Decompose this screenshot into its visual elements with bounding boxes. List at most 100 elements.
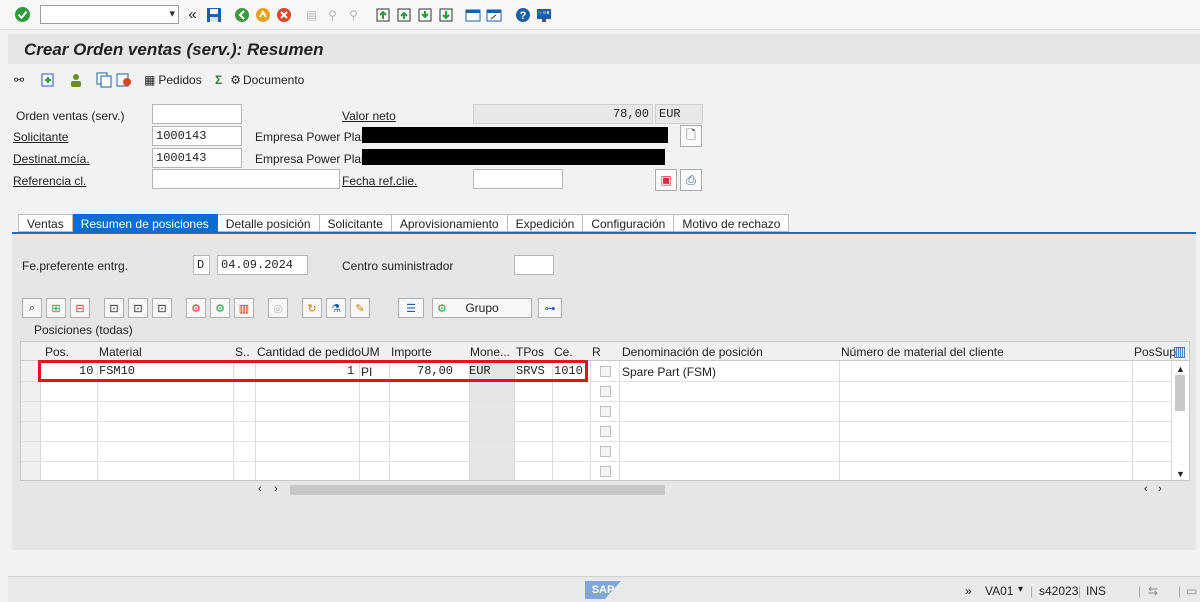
ship-to-label[interactable]: Destinat.mcía. bbox=[13, 152, 90, 166]
scroll-left-icon[interactable]: ‹ bbox=[258, 483, 262, 495]
sort-icon[interactable]: ☰ bbox=[398, 298, 424, 318]
enter-icon[interactable] bbox=[14, 6, 31, 23]
customer-ref-date-field[interactable] bbox=[473, 169, 563, 189]
business-partner-icon[interactable] bbox=[68, 71, 84, 89]
collapse-icon[interactable]: « bbox=[184, 6, 201, 23]
chevron-down-icon[interactable]: ▾ bbox=[169, 7, 175, 20]
row-denominacion[interactable]: Spare Part (FSM) bbox=[622, 365, 716, 379]
system-info-icon[interactable]: ▾ bbox=[1018, 584, 1023, 595]
command-field[interactable]: ▾ bbox=[40, 5, 179, 24]
col-pos[interactable]: Pos. bbox=[45, 345, 69, 359]
scroll-thumb[interactable] bbox=[290, 485, 665, 495]
create-with-reference-icon[interactable] bbox=[40, 71, 56, 89]
scroll-right-icon[interactable]: › bbox=[1158, 483, 1162, 495]
col-moneda[interactable]: Mone... bbox=[470, 345, 510, 359]
item-schedule-icon[interactable]: ⚙ bbox=[210, 298, 230, 318]
redacted-address bbox=[362, 149, 665, 165]
col-num-material-cliente[interactable]: Número de material del cliente bbox=[841, 345, 1004, 359]
rejection-checkbox[interactable] bbox=[600, 446, 611, 457]
tab-aprovisionamiento[interactable]: Aprovisionamiento bbox=[391, 214, 508, 232]
tab-configuracion[interactable]: Configuración bbox=[583, 214, 675, 232]
application-toolbar: ⚯ ▦ Pedidos Σ ⚙ Documento bbox=[8, 66, 1200, 94]
group-button[interactable]: ⚙ Grupo bbox=[432, 298, 532, 318]
find-next-icon: ⚲ bbox=[349, 7, 358, 22]
sales-order-field[interactable] bbox=[152, 104, 242, 124]
ship-to-field[interactable]: 1000143 bbox=[152, 148, 242, 168]
tab-motivo-rechazo[interactable]: Motivo de rechazo bbox=[674, 214, 790, 232]
document-icon[interactable]: 🗋 bbox=[680, 125, 702, 147]
col-r[interactable]: R bbox=[592, 345, 601, 359]
rejection-checkbox[interactable] bbox=[600, 466, 611, 477]
sold-to-field[interactable]: 1000143 bbox=[152, 126, 242, 146]
cancel-icon[interactable] bbox=[275, 6, 292, 23]
previous-page-icon[interactable] bbox=[395, 6, 412, 23]
printer-icon[interactable]: ⎙ bbox=[680, 169, 702, 191]
orders-button[interactable]: ▦ Pedidos bbox=[144, 71, 202, 89]
save-icon[interactable] bbox=[205, 6, 222, 23]
deselect-all-icon[interactable]: ⊡ bbox=[152, 298, 172, 318]
batch-icon[interactable]: ⚗ bbox=[326, 298, 346, 318]
document-button[interactable]: Σ ⚙ Documento bbox=[215, 71, 304, 89]
edit-text-icon[interactable]: ✎ bbox=[350, 298, 370, 318]
last-page-icon[interactable] bbox=[437, 6, 454, 23]
column-settings-icon[interactable]: ▥ bbox=[1173, 343, 1186, 360]
refresh-icon[interactable]: ↻ bbox=[302, 298, 322, 318]
rejection-checkbox[interactable] bbox=[600, 386, 611, 397]
shortcut-icon[interactable] bbox=[485, 6, 502, 23]
col-material[interactable]: Material bbox=[99, 345, 142, 359]
requested-delivery-field[interactable]: 04.09.2024 bbox=[217, 255, 308, 275]
col-importe[interactable]: Importe bbox=[391, 345, 432, 359]
customer-ref-date-label[interactable]: Fecha ref.clie. bbox=[342, 174, 417, 188]
copy-document-icon[interactable] bbox=[96, 71, 112, 89]
table-header: Pos. Material S.. Cantidad de pedido UM … bbox=[21, 342, 1189, 361]
structure-icon[interactable]: ⊶ bbox=[538, 298, 562, 318]
new-session-icon[interactable] bbox=[464, 6, 481, 23]
date-format-field[interactable]: D bbox=[193, 255, 210, 275]
col-tpos[interactable]: TPos bbox=[516, 345, 544, 359]
next-page-icon[interactable] bbox=[416, 6, 433, 23]
vertical-scrollbar[interactable]: ▲ ▼ bbox=[1171, 361, 1189, 480]
customer-reference-label[interactable]: Referencia cl. bbox=[13, 174, 86, 188]
supplying-plant-field[interactable] bbox=[514, 255, 554, 275]
col-denominacion[interactable]: Denominación de posición bbox=[622, 345, 763, 359]
tab-resumen-posiciones[interactable]: Resumen de posiciones bbox=[72, 214, 218, 232]
tab-solicitante[interactable]: Solicitante bbox=[319, 214, 392, 232]
rejection-checkbox[interactable] bbox=[600, 366, 611, 377]
tab-expedicion[interactable]: Expedición bbox=[507, 214, 584, 232]
col-s[interactable]: S.. bbox=[235, 345, 250, 359]
calendar-icon[interactable]: ▣ bbox=[655, 169, 677, 191]
col-cantidad[interactable]: Cantidad de pedido bbox=[257, 345, 361, 359]
tab-ventas[interactable]: Ventas bbox=[18, 214, 73, 232]
exit-icon[interactable] bbox=[254, 6, 271, 23]
item-availability-icon[interactable]: ▥ bbox=[234, 298, 254, 318]
scroll-thumb[interactable] bbox=[1175, 375, 1185, 411]
tab-detalle-posicion[interactable]: Detalle posición bbox=[217, 214, 320, 232]
scroll-right-icon[interactable]: › bbox=[274, 483, 278, 495]
help-icon[interactable]: ? bbox=[514, 6, 531, 23]
col-possup[interactable]: PosSup bbox=[1134, 345, 1176, 359]
scroll-down-icon[interactable]: ▼ bbox=[1176, 469, 1185, 479]
expand-status-icon[interactable]: » bbox=[965, 584, 972, 598]
item-conditions-icon[interactable]: ⚙ bbox=[186, 298, 206, 318]
scroll-up-icon[interactable]: ▲ bbox=[1176, 364, 1185, 374]
reject-document-icon[interactable] bbox=[116, 71, 132, 89]
delete-row-icon[interactable]: ⊟ bbox=[70, 298, 90, 318]
svg-text:?: ? bbox=[519, 10, 526, 22]
back-icon[interactable] bbox=[233, 6, 250, 23]
insert-row-icon[interactable]: ⊞ bbox=[46, 298, 66, 318]
rejection-checkbox[interactable] bbox=[600, 406, 611, 417]
select-block-icon[interactable]: ⊡ bbox=[128, 298, 148, 318]
horizontal-scrollbar[interactable]: ‹ › ‹ › bbox=[20, 482, 1170, 498]
col-um[interactable]: UM bbox=[361, 345, 380, 359]
customize-layout-icon[interactable] bbox=[535, 6, 552, 23]
item-details-icon[interactable]: ⌕ bbox=[22, 298, 42, 318]
rejection-checkbox[interactable] bbox=[600, 426, 611, 437]
scroll-left-icon[interactable]: ‹ bbox=[1144, 483, 1148, 495]
customer-reference-field[interactable] bbox=[152, 169, 340, 189]
col-ce[interactable]: Ce. bbox=[554, 345, 573, 359]
first-page-icon[interactable] bbox=[374, 6, 391, 23]
sold-to-label[interactable]: Solicitante bbox=[13, 130, 68, 144]
select-all-icon[interactable]: ⊡ bbox=[104, 298, 124, 318]
display-document-flow-icon[interactable]: ⚯ bbox=[14, 71, 24, 89]
input-mode[interactable]: INS bbox=[1086, 584, 1106, 598]
